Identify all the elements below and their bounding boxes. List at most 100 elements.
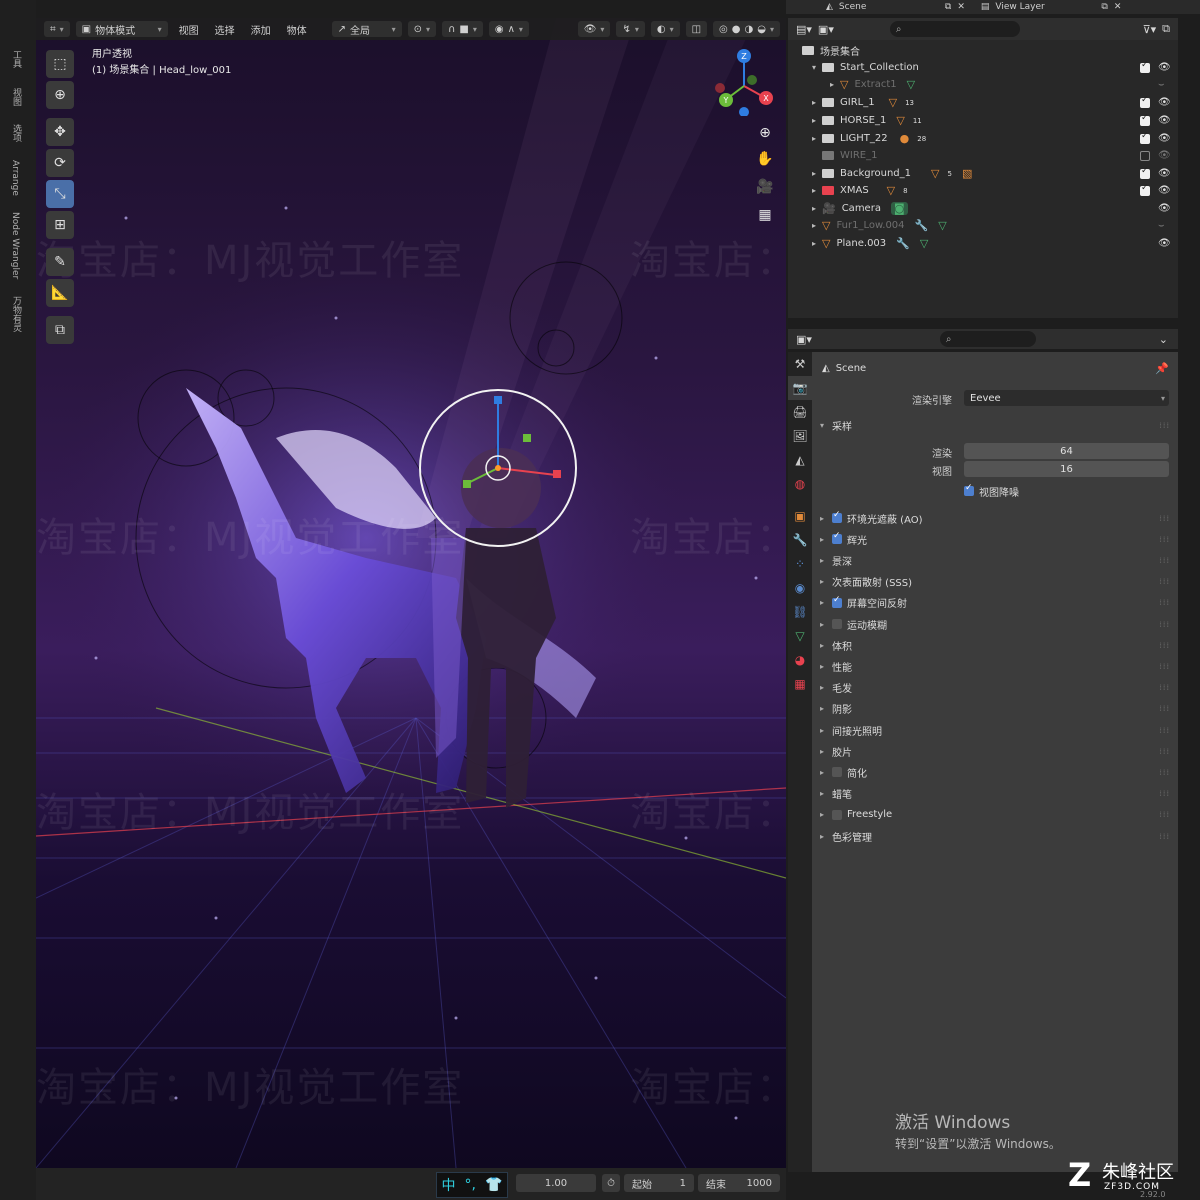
drag-grip-icon[interactable]: ⁞⁞⁞	[1159, 789, 1170, 798]
options-chevron-icon[interactable]: ⌄	[1159, 333, 1168, 346]
grid-ortho-icon[interactable]: ▦	[754, 204, 776, 226]
pan-hand-icon[interactable]: ✋	[754, 148, 776, 170]
shading-buttons[interactable]: ◎ ● ◑ ◒ ▾	[713, 21, 780, 37]
outliner-row[interactable]: ▸ XMAS ▽8 👁	[788, 182, 1178, 199]
panel-enable-checkbox[interactable]	[832, 619, 842, 629]
render-samples-field[interactable]: 64	[964, 443, 1169, 459]
pivot-button[interactable]: ⊙ ▾	[407, 21, 437, 37]
visibility-button[interactable]: 👁 ▾	[577, 21, 611, 37]
editor-type-button[interactable]: ⌗ ▾	[44, 21, 70, 37]
expand-arrow-icon[interactable]: ▸	[812, 641, 832, 650]
eye-icon[interactable]: 👁	[1158, 203, 1171, 214]
eye-icon[interactable]: 👁	[1158, 168, 1171, 179]
properties-search-input[interactable]: ⌕	[939, 331, 1036, 347]
properties-panel-header[interactable]: ▸ 辉光 ⁞⁞⁞	[812, 529, 1178, 549]
eye-icon[interactable]: 👁	[1158, 97, 1171, 108]
scene-selector[interactable]: Scene	[839, 2, 939, 12]
expand-arrow-icon[interactable]: ▸	[812, 810, 832, 819]
properties-panel-header[interactable]: ▸ 胶片 ⁞⁞⁞	[812, 741, 1178, 761]
transform-icon[interactable]: ⊞	[46, 211, 74, 239]
drag-grip-icon[interactable]: ⁞⁞⁞	[1159, 598, 1170, 607]
properties-panel-header[interactable]: ▸ 景深 ⁞⁞⁞	[812, 550, 1178, 570]
render-tab-icon[interactable]: 📷	[788, 376, 812, 400]
start-frame-field[interactable]: 起始 1	[624, 1174, 694, 1192]
panel-enable-checkbox[interactable]	[832, 595, 842, 608]
drag-grip-icon[interactable]: ⁞⁞⁞	[1159, 620, 1170, 629]
outliner-row[interactable]: WIRE_1 👁	[788, 147, 1178, 164]
outliner-row[interactable]: ▸ Background_1 ▽5 ▧ 👁	[788, 165, 1178, 182]
exclude-checkbox[interactable]	[1140, 95, 1150, 108]
outliner-row[interactable]: ▸ LIGHT_22 ●28 👁	[788, 130, 1178, 147]
outliner-row[interactable]: ▸ 🎥 Camera ◙ 👁	[788, 200, 1178, 217]
new-view-layer-icon[interactable]: ⧉	[1101, 2, 1107, 12]
measure-icon[interactable]: 📐	[46, 279, 74, 307]
delete-scene-icon[interactable]: ✕	[957, 2, 965, 12]
proportional-edit-button[interactable]: ◉ ∧ ▾	[488, 21, 529, 37]
output-tab-icon[interactable]: 🖨	[788, 400, 812, 424]
eye-icon[interactable]: 👁	[1158, 150, 1171, 161]
sidebar-tab-arrange[interactable]: Arrange	[10, 160, 20, 196]
drag-grip-icon[interactable]: ⁞⁞⁞	[1159, 768, 1170, 777]
properties-panel-header[interactable]: ▸ 体积 ⁞⁞⁞	[812, 635, 1178, 655]
texture-tab-icon[interactable]: ▦	[788, 672, 812, 696]
filter-icon[interactable]: ⊽▾	[1143, 23, 1157, 36]
data-tab-icon[interactable]: ▽	[788, 624, 812, 648]
ime-punctuation-icon[interactable]: °,	[465, 1177, 476, 1193]
expand-arrow-icon[interactable]: ▸	[812, 598, 832, 607]
3d-viewport[interactable]: Z X Y ⊕ ✋ 🎥 ▦	[36, 18, 786, 1168]
object-tab-icon[interactable]: ▣	[788, 504, 812, 528]
expand-arrow-icon[interactable]: ▸	[812, 535, 832, 544]
expand-arrow-icon[interactable]: ▸	[812, 662, 832, 671]
ime-shirt-icon[interactable]: 👕	[485, 1177, 502, 1193]
expand-arrow-icon[interactable]: ▸	[812, 832, 832, 841]
expand-arrow-icon[interactable]: ▸	[812, 768, 832, 777]
zoom-icon[interactable]: ⊕	[754, 122, 776, 144]
material-shading-icon[interactable]: ◑	[745, 24, 754, 35]
view-layer-tab-icon[interactable]: 🖼	[788, 424, 812, 448]
eye-icon[interactable]: 👁	[1158, 62, 1171, 73]
exclude-checkbox[interactable]	[1140, 150, 1150, 161]
outliner-row[interactable]: ▾ Start_Collection 👁	[788, 59, 1178, 76]
modifier-tab-icon[interactable]: 🔧	[788, 528, 812, 552]
drag-grip-icon[interactable]: ⁞⁞⁞	[1159, 662, 1170, 671]
eye-icon[interactable]: 👁	[1158, 115, 1171, 126]
ime-toolbar[interactable]: 中 °, 👕	[436, 1172, 508, 1198]
outliner-root[interactable]: 场景集合	[788, 42, 1178, 59]
tool-tab-icon[interactable]: ⚒	[788, 352, 812, 376]
viewport-denoise-row[interactable]: 视图降噪	[812, 481, 1178, 501]
exclude-checkbox[interactable]	[1140, 131, 1150, 144]
mode-dropdown[interactable]: ▣ 物体模式 ▾	[75, 21, 168, 37]
ime-language[interactable]: 中	[442, 1175, 456, 1195]
outliner-editor-icon[interactable]: ▤▾	[796, 23, 812, 36]
properties-panel-header[interactable]: ▸ Freestyle ⁞⁞⁞	[812, 805, 1178, 825]
snap-button[interactable]: ∩ ■ ▾	[442, 21, 483, 37]
physics-tab-icon[interactable]: ◉	[788, 576, 812, 600]
gizmo-toggle-button[interactable]: ↯ ▾	[616, 21, 645, 37]
expand-arrow-icon[interactable]: ▸	[812, 577, 832, 586]
sidebar-tab-view[interactable]: 视图	[10, 88, 23, 106]
outliner-row[interactable]: ▸ HORSE_1 ▽11 👁	[788, 112, 1178, 129]
stopwatch-icon[interactable]: ⏱	[602, 1174, 620, 1192]
properties-panel-header[interactable]: ▸ 性能 ⁞⁞⁞	[812, 656, 1178, 676]
expand-arrow-icon[interactable]: ▸	[812, 620, 832, 629]
panel-enable-checkbox[interactable]	[832, 767, 842, 778]
rendered-shading-icon[interactable]: ◒	[757, 24, 766, 35]
exclude-checkbox[interactable]	[1140, 166, 1150, 179]
sidebar-tab-node-wrangler[interactable]: Node Wrangler	[10, 212, 20, 279]
drag-grip-icon[interactable]: ⁞⁞⁞	[1159, 556, 1170, 565]
drag-grip-icon[interactable]: ⁞⁞⁞	[1159, 641, 1170, 650]
properties-panel-header[interactable]: ▸ 屏幕空间反射 ⁞⁞⁞	[812, 593, 1178, 613]
menu-view[interactable]: 视图	[174, 22, 204, 37]
properties-panel-header[interactable]: ▸ 蜡笔 ⁞⁞⁞	[812, 784, 1178, 804]
orientation-dropdown[interactable]: ↗ 全局 ▾	[331, 21, 402, 37]
new-scene-icon[interactable]: ⧉	[945, 2, 951, 12]
panel-enable-checkbox[interactable]	[832, 531, 842, 545]
sidebar-tab-tool[interactable]: 工具	[10, 50, 23, 68]
move-icon[interactable]: ✥	[46, 118, 74, 146]
constraints-tab-icon[interactable]: ⛓	[788, 600, 812, 624]
sampling-panel-header[interactable]: ▾ 采样 ⁞⁞⁞	[812, 415, 1178, 435]
rotate-icon[interactable]: ⟳	[46, 149, 74, 177]
display-mode-icon[interactable]: ▣▾	[818, 23, 834, 36]
drag-grip-icon[interactable]: ⁞⁞⁞	[1159, 704, 1170, 713]
expand-arrow-icon[interactable]: ▸	[812, 556, 832, 565]
